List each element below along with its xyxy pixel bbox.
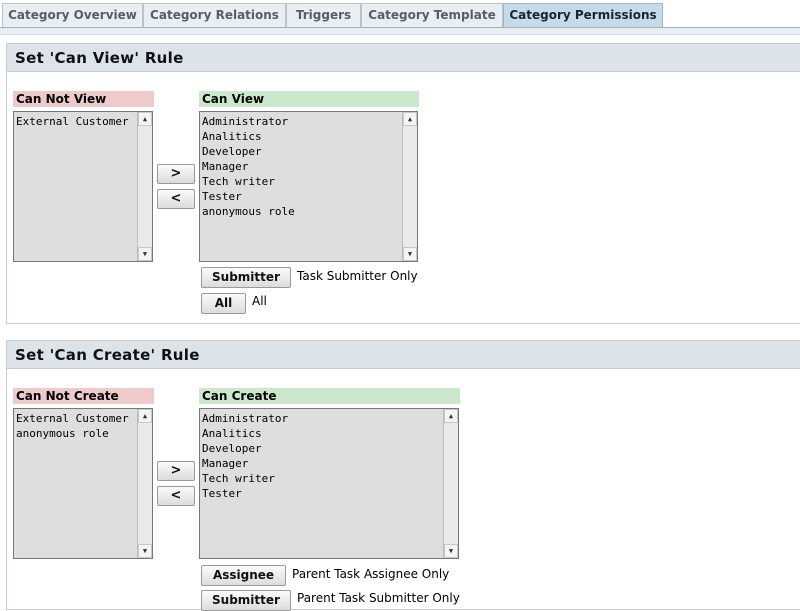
can-view-list[interactable]: Administrator Analitics Developer Manager Te… (199, 111, 418, 262)
submitter-button[interactable]: Submitter (201, 590, 291, 611)
can-not-view-list[interactable]: External Customer ▲ ▼ (13, 111, 153, 262)
all-description: All (252, 294, 267, 308)
scrollbar[interactable]: ▲ ▼ (137, 409, 152, 558)
list-option[interactable]: Analitics (202, 129, 295, 144)
scroll-up-icon[interactable]: ▲ (138, 112, 152, 126)
can-not-view-label: Can Not View (13, 91, 154, 107)
tab-bar: Category Overview Category Relations Tri… (0, 0, 800, 27)
list-option[interactable]: Developer (202, 441, 288, 456)
scrollbar[interactable]: ▲ ▼ (137, 112, 152, 261)
submitter-description: Task Submitter Only (297, 269, 418, 283)
assignee-button[interactable]: Assignee (201, 565, 286, 586)
move-to-can-not-create-button[interactable]: < (157, 486, 195, 506)
list-option[interactable]: Manager (202, 159, 295, 174)
can-create-list[interactable]: Administrator Analitics Developer Manager Te… (199, 408, 459, 559)
submitter-button[interactable]: Submitter (201, 267, 291, 288)
can-create-label: Can Create (199, 388, 460, 404)
list-option[interactable]: Tech writer (202, 471, 288, 486)
can-create-panel: Set 'Can Create' Rule Can Not Create Ext… (6, 340, 800, 611)
list-option[interactable]: Manager (202, 456, 288, 471)
scroll-up-icon[interactable]: ▲ (403, 112, 417, 126)
can-not-create-label: Can Not Create (13, 388, 154, 404)
scroll-up-icon[interactable]: ▲ (138, 409, 152, 423)
list-option[interactable]: External Customer (16, 411, 129, 426)
move-to-can-view-button[interactable]: > (157, 164, 195, 184)
move-to-can-not-view-button[interactable]: < (157, 189, 195, 209)
scroll-up-icon[interactable]: ▲ (444, 409, 458, 423)
scroll-down-icon[interactable]: ▼ (403, 247, 417, 261)
tab-category-permissions[interactable]: Category Permissions (503, 3, 663, 27)
can-create-title: Set 'Can Create' Rule (7, 341, 800, 369)
list-option[interactable]: Administrator (202, 114, 295, 129)
scrollbar[interactable]: ▲ ▼ (443, 409, 458, 558)
tab-category-overview[interactable]: Category Overview (2, 3, 143, 27)
scrollbar[interactable]: ▲ ▼ (402, 112, 417, 261)
list-option[interactable]: anonymous role (202, 204, 295, 219)
can-not-create-list[interactable]: External Customer anonymous role ▲ ▼ (13, 408, 153, 559)
list-option[interactable]: Tester (202, 486, 288, 501)
tab-content-strip (0, 28, 800, 35)
scroll-down-icon[interactable]: ▼ (138, 247, 152, 261)
tab-triggers[interactable]: Triggers (286, 3, 361, 27)
list-option[interactable]: Administrator (202, 411, 288, 426)
all-button[interactable]: All (201, 293, 246, 314)
list-option[interactable]: External Customer (16, 114, 129, 129)
assignee-description: Parent Task Assignee Only (292, 567, 450, 581)
scroll-down-icon[interactable]: ▼ (444, 544, 458, 558)
tab-category-template[interactable]: Category Template (361, 3, 503, 27)
scroll-down-icon[interactable]: ▼ (138, 544, 152, 558)
can-view-panel: Set 'Can View' Rule Can Not View Externa… (6, 43, 800, 324)
list-option[interactable]: Tester (202, 189, 295, 204)
tab-category-relations[interactable]: Category Relations (143, 3, 286, 27)
can-view-title: Set 'Can View' Rule (7, 44, 800, 72)
move-to-can-create-button[interactable]: > (157, 461, 195, 481)
list-option[interactable]: Analitics (202, 426, 288, 441)
submitter-description: Parent Task Submitter Only (297, 591, 460, 605)
list-option[interactable]: Developer (202, 144, 295, 159)
can-view-label: Can View (199, 91, 419, 107)
list-option[interactable]: anonymous role (16, 426, 129, 441)
list-option[interactable]: Tech writer (202, 174, 295, 189)
